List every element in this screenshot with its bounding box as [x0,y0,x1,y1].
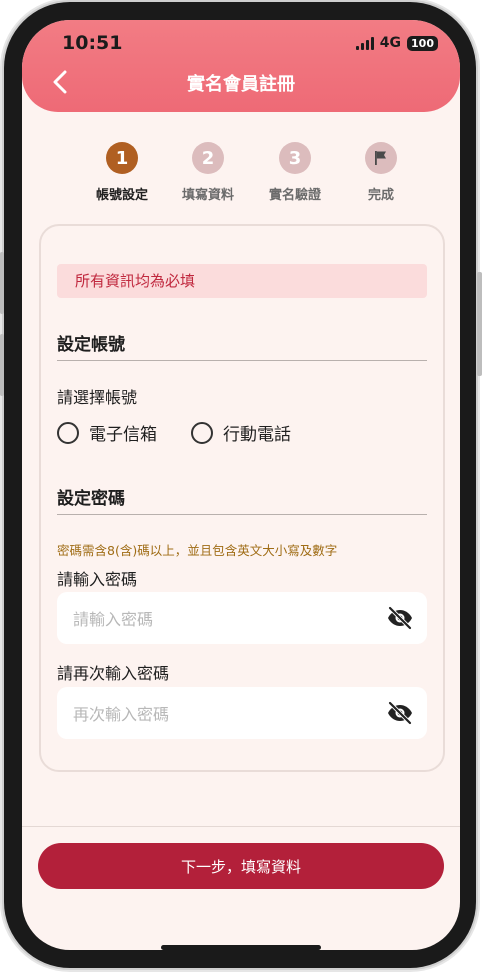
step-label: 填寫資料 [181,188,234,203]
network-label: 4G [379,35,402,51]
divider [57,360,427,361]
radio-circle-icon [191,421,213,444]
step-account-setup: 1 帳號設定 [77,142,167,203]
step-flag-circle [365,142,397,174]
side-button-right [477,272,482,376]
step-number: 1 [106,142,138,174]
status-indicators: 4G 100 [355,35,438,51]
required-notice: 所有資訊均為必填 [57,264,427,298]
account-type-options: 電子信箱 行動電話 [57,420,291,445]
battery-icon: 100 [407,35,438,51]
eye-off-icon[interactable] [387,606,413,630]
divider [57,514,427,515]
next-step-button[interactable]: 下一步，填寫資料 [38,843,444,889]
account-section-title: 設定帳號 [57,335,125,355]
radio-circle-icon [57,421,79,444]
step-complete: 完成 [336,142,426,203]
signal-icon [355,36,374,50]
password-hint: 密碼需含8(含)碼以上，並且包含英文大小寫及數字 [57,543,338,558]
header-bar: 10:51 4G 100 實名會員註冊 [22,20,460,112]
side-button-left-top [0,252,4,314]
eye-off-icon[interactable] [387,701,413,725]
radio-mobile-label: 行動電話 [223,425,291,445]
step-verification: 3 實名驗證 [250,142,340,203]
footer-divider [22,826,460,827]
home-indicator [161,945,321,950]
password-field [57,592,427,646]
step-number: 3 [279,142,311,174]
password-label: 請輸入密碼 [57,570,138,589]
confirm-password-input[interactable] [71,687,375,741]
confirm-password-field [57,687,427,741]
step-label: 完成 [367,188,394,203]
step-label: 帳號設定 [95,188,148,203]
registration-form-card: 所有資訊均為必填 設定帳號 請選擇帳號 電子信箱 行動電話 設定密碼 密碼需含8… [39,224,445,772]
status-time: 10:51 [62,32,123,54]
step-number: 2 [192,142,224,174]
radio-email-label: 電子信箱 [89,425,157,445]
side-button-left-bottom [0,334,4,396]
confirm-password-label: 請再次輸入密碼 [57,664,170,683]
password-section-title: 設定密碼 [57,489,125,509]
app-screen: 10:51 4G 100 實名會員註冊 1 帳號設定 2 填寫資料 3 實名驗證 [22,20,460,950]
step-fill-info: 2 填寫資料 [163,142,253,203]
page-title: 實名會員註冊 [187,74,295,95]
flag-icon [375,151,386,165]
radio-email[interactable]: 電子信箱 [57,420,157,445]
progress-steps: 1 帳號設定 2 填寫資料 3 實名驗證 完成 [22,142,460,212]
password-input[interactable] [71,592,375,646]
radio-mobile[interactable]: 行動電話 [191,420,291,445]
step-label: 實名驗證 [268,188,321,203]
choose-account-label: 請選擇帳號 [57,388,138,407]
